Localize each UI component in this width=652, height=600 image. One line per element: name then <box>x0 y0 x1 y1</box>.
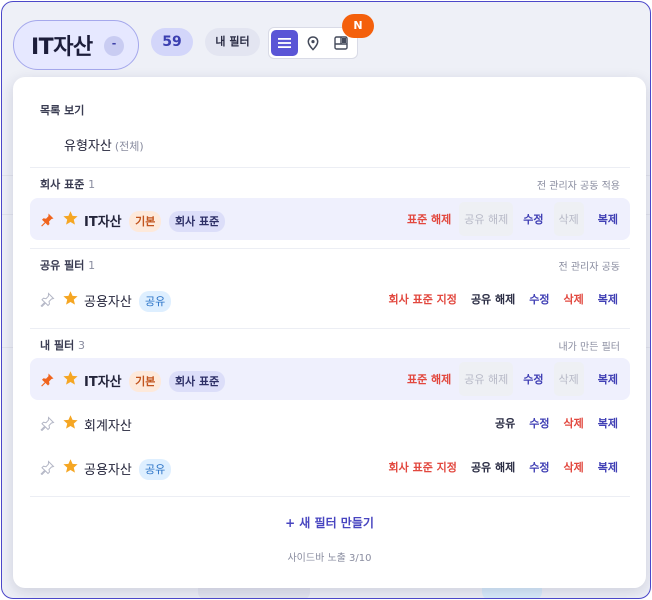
section-title: 회사 표준 <box>40 178 85 191</box>
pin-icon[interactable] <box>40 416 55 431</box>
edit-button[interactable]: 수정 <box>523 211 543 227</box>
section-company-note: 전 관리자 공동 적용 <box>536 181 620 192</box>
delete-button-disabled: 삭제 <box>553 362 584 396</box>
map-view-button[interactable] <box>299 30 326 56</box>
delete-button[interactable]: 삭제 <box>564 291 584 307</box>
company-standard-tag: 회사 표준 <box>168 211 226 232</box>
default-tag: 기본 <box>129 211 162 232</box>
row-actions: 회사 표준 지정 공유 해제 수정 삭제 복제 <box>375 278 618 320</box>
star-icon[interactable] <box>62 210 79 227</box>
duplicate-button[interactable]: 복제 <box>598 291 618 307</box>
page-title: IT자산 <box>31 35 93 60</box>
star-icon[interactable] <box>62 458 79 475</box>
top-bar: IT자산 - 59 내 필터 N <box>2 2 650 78</box>
section-shared-title: 공유 필터 1 <box>40 257 95 273</box>
filter-name-text: IT자산 <box>84 375 122 390</box>
divider <box>30 167 630 168</box>
layout-icon <box>333 36 348 50</box>
filter-name: 공용자산 공유 <box>84 459 172 481</box>
sidebar-exposure-note: 사이드바 노출 3/10 <box>287 553 372 564</box>
type-asset-option[interactable]: 유형자산 (전체) <box>64 135 144 154</box>
default-tag: 기본 <box>129 371 162 392</box>
section-mine-note: 내가 만든 필터 <box>558 342 620 353</box>
star-icon[interactable] <box>62 370 79 387</box>
star-icon[interactable] <box>62 414 79 431</box>
filter-row-it-mine[interactable]: IT자산 기본 회사 표준 표준 해제 공유 해제 수정 삭제 복제 <box>30 358 630 400</box>
divider <box>30 496 630 497</box>
row-actions: 회사 표준 지정 공유 해제 수정 삭제 복제 <box>375 446 618 488</box>
shared-tag: 공유 <box>138 459 172 480</box>
section-title: 내 필터 <box>40 339 75 352</box>
unshare-button-disabled: 공유 해제 <box>459 202 514 236</box>
app-frame: IT자산 - 59 내 필터 N 목록 보기 유형자산 (전체) 회사 표준 1… <box>1 1 651 599</box>
unset-standard-button[interactable]: 표준 해제 <box>407 211 451 227</box>
list-view-heading: 목록 보기 <box>40 104 85 117</box>
duplicate-button[interactable]: 복제 <box>598 371 618 387</box>
unset-standard-button[interactable]: 표준 해제 <box>407 371 451 387</box>
filter-name: 공용자산 공유 <box>84 291 172 313</box>
duplicate-button[interactable]: 복제 <box>598 415 618 431</box>
duplicate-button[interactable]: 복제 <box>598 459 618 475</box>
filter-dropdown-panel: 목록 보기 유형자산 (전체) 회사 표준 1 전 관리자 공동 적용 IT자산 … <box>13 77 646 588</box>
divider <box>30 248 630 249</box>
filter-row-it-company[interactable]: IT자산 기본 회사 표준 표준 해제 공유 해제 수정 삭제 복제 <box>30 198 630 240</box>
count-badge: 59 <box>151 28 193 56</box>
type-asset-sub: (전체) <box>114 140 144 153</box>
set-company-standard-button[interactable]: 회사 표준 지정 <box>389 459 457 475</box>
unshare-button-disabled: 공유 해제 <box>459 362 514 396</box>
new-filter-button[interactable]: + 새 필터 만들기 <box>13 514 646 531</box>
edit-button[interactable]: 수정 <box>529 291 549 307</box>
section-mine-title: 내 필터 3 <box>40 337 85 353</box>
section-count: 1 <box>88 259 96 272</box>
section-shared-note: 전 관리자 공동 <box>558 262 620 273</box>
delete-button[interactable]: 삭제 <box>564 415 584 431</box>
section-company-title: 회사 표준 1 <box>40 176 95 192</box>
row-actions: 표준 해제 공유 해제 수정 삭제 복제 <box>393 198 618 240</box>
set-company-standard-button[interactable]: 회사 표준 지정 <box>389 291 457 307</box>
company-standard-tag: 회사 표준 <box>168 371 226 392</box>
pin-icon[interactable] <box>40 292 55 307</box>
filter-name-text: 회계자산 <box>84 419 132 434</box>
delete-button-disabled: 삭제 <box>553 202 584 236</box>
asset-type-selector[interactable]: IT자산 - <box>13 20 139 70</box>
duplicate-button[interactable]: 복제 <box>598 211 618 227</box>
filter-row-shared[interactable]: 공용자산 공유 회사 표준 지정 공유 해제 수정 삭제 복제 <box>30 278 630 320</box>
shared-tag: 공유 <box>138 291 172 312</box>
filter-row-shared-mine[interactable]: 공용자산 공유 회사 표준 지정 공유 해제 수정 삭제 복제 <box>30 446 630 488</box>
unshare-button[interactable]: 공유 해제 <box>471 459 515 475</box>
pin-icon-active[interactable] <box>40 372 55 387</box>
filter-name: IT자산 기본 회사 표준 <box>84 371 226 393</box>
edit-button[interactable]: 수정 <box>523 371 543 387</box>
pin-icon-active[interactable] <box>40 212 55 227</box>
edit-button[interactable]: 수정 <box>529 459 549 475</box>
delete-button[interactable]: 삭제 <box>564 459 584 475</box>
unshare-button[interactable]: 공유 해제 <box>471 291 515 307</box>
list-icon <box>278 38 291 48</box>
edit-button[interactable]: 수정 <box>529 415 549 431</box>
row-actions: 공유 수정 삭제 복제 <box>481 402 618 444</box>
type-asset-name: 유형자산 <box>64 139 112 154</box>
my-filter-button[interactable]: 내 필터 <box>205 28 260 56</box>
filter-name: 회계자산 <box>84 415 132 434</box>
collapse-icon[interactable]: - <box>104 36 124 56</box>
filter-name: IT자산 기본 회사 표준 <box>84 211 226 233</box>
filter-name-text: IT자산 <box>84 215 122 230</box>
map-pin-icon <box>307 35 318 51</box>
filter-name-text: 공용자산 <box>84 463 132 478</box>
divider <box>30 328 630 329</box>
section-count: 3 <box>78 339 86 352</box>
section-title: 공유 필터 <box>40 259 85 272</box>
section-count: 1 <box>88 178 96 191</box>
share-button[interactable]: 공유 <box>495 415 515 431</box>
new-badge: N <box>342 14 374 38</box>
pin-icon[interactable] <box>40 460 55 475</box>
filter-row-accounting[interactable]: 회계자산 공유 수정 삭제 복제 <box>30 402 630 444</box>
row-actions: 표준 해제 공유 해제 수정 삭제 복제 <box>393 358 618 400</box>
star-icon[interactable] <box>62 290 79 307</box>
list-view-button[interactable] <box>271 30 298 56</box>
filter-name-text: 공용자산 <box>84 295 132 310</box>
